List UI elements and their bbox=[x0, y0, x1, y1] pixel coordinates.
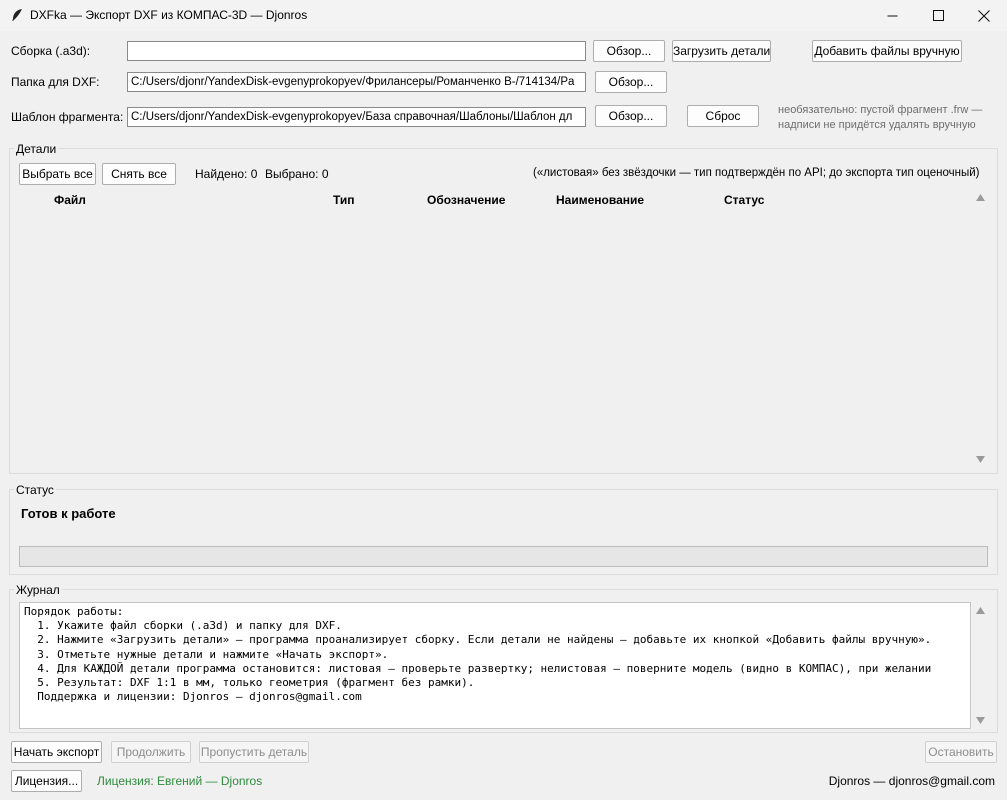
continue-button[interactable]: Продолжить bbox=[111, 741, 191, 763]
column-file[interactable]: Файл bbox=[54, 193, 86, 207]
dxf-folder-input[interactable]: C:/Users/djonr/YandexDisk-evgenyprokopye… bbox=[127, 72, 586, 92]
parts-table[interactable] bbox=[11, 189, 971, 471]
table-scrollbar[interactable] bbox=[971, 189, 989, 471]
close-icon bbox=[978, 9, 990, 22]
template-input[interactable]: C:/Users/djonr/YandexDisk-evgenyprokopye… bbox=[127, 107, 586, 127]
deselect-all-button[interactable]: Снять все bbox=[102, 163, 176, 185]
assembly-label: Сборка (.a3d): bbox=[11, 44, 91, 58]
load-parts-button[interactable]: Загрузить детали bbox=[672, 40, 771, 62]
contact-info: Djonros — djonros@gmail.com bbox=[828, 774, 995, 788]
journal-line: 1. Укажите файл сборки (.a3d) и папку дл… bbox=[24, 619, 342, 633]
column-type[interactable]: Тип bbox=[333, 193, 355, 207]
progress-bar bbox=[19, 546, 988, 567]
close-button[interactable] bbox=[961, 0, 1007, 31]
browse-template-button[interactable]: Обзор... bbox=[595, 105, 667, 127]
column-name[interactable]: Наименование bbox=[556, 193, 644, 207]
details-title: Детали bbox=[14, 142, 59, 156]
minimize-icon bbox=[887, 15, 897, 17]
found-count: Найдено: 0 bbox=[195, 167, 258, 181]
minimize-button[interactable] bbox=[869, 0, 915, 31]
journal-line: 2. Нажмите «Загрузить детали» — программ… bbox=[24, 633, 932, 647]
column-status[interactable]: Статус bbox=[724, 193, 764, 207]
browse-assembly-button[interactable]: Обзор... bbox=[593, 40, 665, 62]
journal-scrollbar[interactable] bbox=[971, 602, 989, 729]
select-all-button[interactable]: Выбрать все bbox=[19, 163, 96, 185]
journal-title: Журнал bbox=[14, 583, 62, 597]
column-designation[interactable]: Обозначение bbox=[427, 193, 505, 207]
status-title: Статус bbox=[14, 483, 56, 497]
journal-line: 4. Для КАЖДОЙ детали программа остановит… bbox=[24, 661, 932, 675]
add-files-button[interactable]: Добавить файлы вручную bbox=[812, 40, 962, 62]
journal-line: 5. Результат: DXF 1:1 в мм, только геоме… bbox=[24, 676, 475, 690]
journal-line: Поддержка и лицензии: Djonros — djonros@… bbox=[24, 690, 362, 704]
journal-line: Порядок работы: bbox=[24, 605, 124, 618]
stop-button[interactable]: Остановить bbox=[925, 741, 997, 763]
license-status: Лицензия: Евгений — Djonros bbox=[97, 774, 263, 788]
maximize-button[interactable] bbox=[915, 0, 961, 31]
assembly-input[interactable] bbox=[127, 41, 586, 61]
template-hint-line2: надписи не придётся удалять вручную bbox=[778, 119, 976, 131]
reset-template-button[interactable]: Сброс bbox=[687, 105, 759, 127]
dxf-folder-label: Папка для DXF: bbox=[11, 75, 100, 89]
selected-count: Выбрано: 0 bbox=[265, 167, 329, 181]
type-note: («листовая» без звёздочки — тип подтверж… bbox=[533, 167, 980, 179]
feather-icon bbox=[12, 9, 22, 21]
scroll-up-icon[interactable] bbox=[976, 194, 985, 201]
skip-part-button[interactable]: Пропустить деталь bbox=[199, 741, 309, 763]
scroll-up-icon[interactable] bbox=[976, 607, 985, 614]
journal-line: 3. Отметьте нужные детали и нажмите «Нач… bbox=[24, 647, 389, 661]
scroll-down-icon[interactable] bbox=[976, 717, 985, 724]
license-button[interactable]: Лицензия... bbox=[11, 770, 82, 792]
template-label: Шаблон фрагмента: bbox=[11, 110, 124, 124]
template-hint-line1: необязательно: пустой фрагмент .frw — bbox=[778, 104, 983, 116]
window-title: DXFka — Экспорт DXF из КОМПАС-3D — Djonr… bbox=[30, 8, 308, 22]
status-text: Готов к работе bbox=[21, 506, 116, 521]
start-export-button[interactable]: Начать экспорт bbox=[11, 741, 102, 763]
maximize-icon bbox=[932, 10, 944, 21]
scroll-down-icon[interactable] bbox=[976, 456, 985, 463]
journal-log[interactable]: Порядок работы: 1. Укажите файл сборки (… bbox=[19, 602, 971, 729]
browse-dxf-button[interactable]: Обзор... bbox=[595, 71, 667, 93]
